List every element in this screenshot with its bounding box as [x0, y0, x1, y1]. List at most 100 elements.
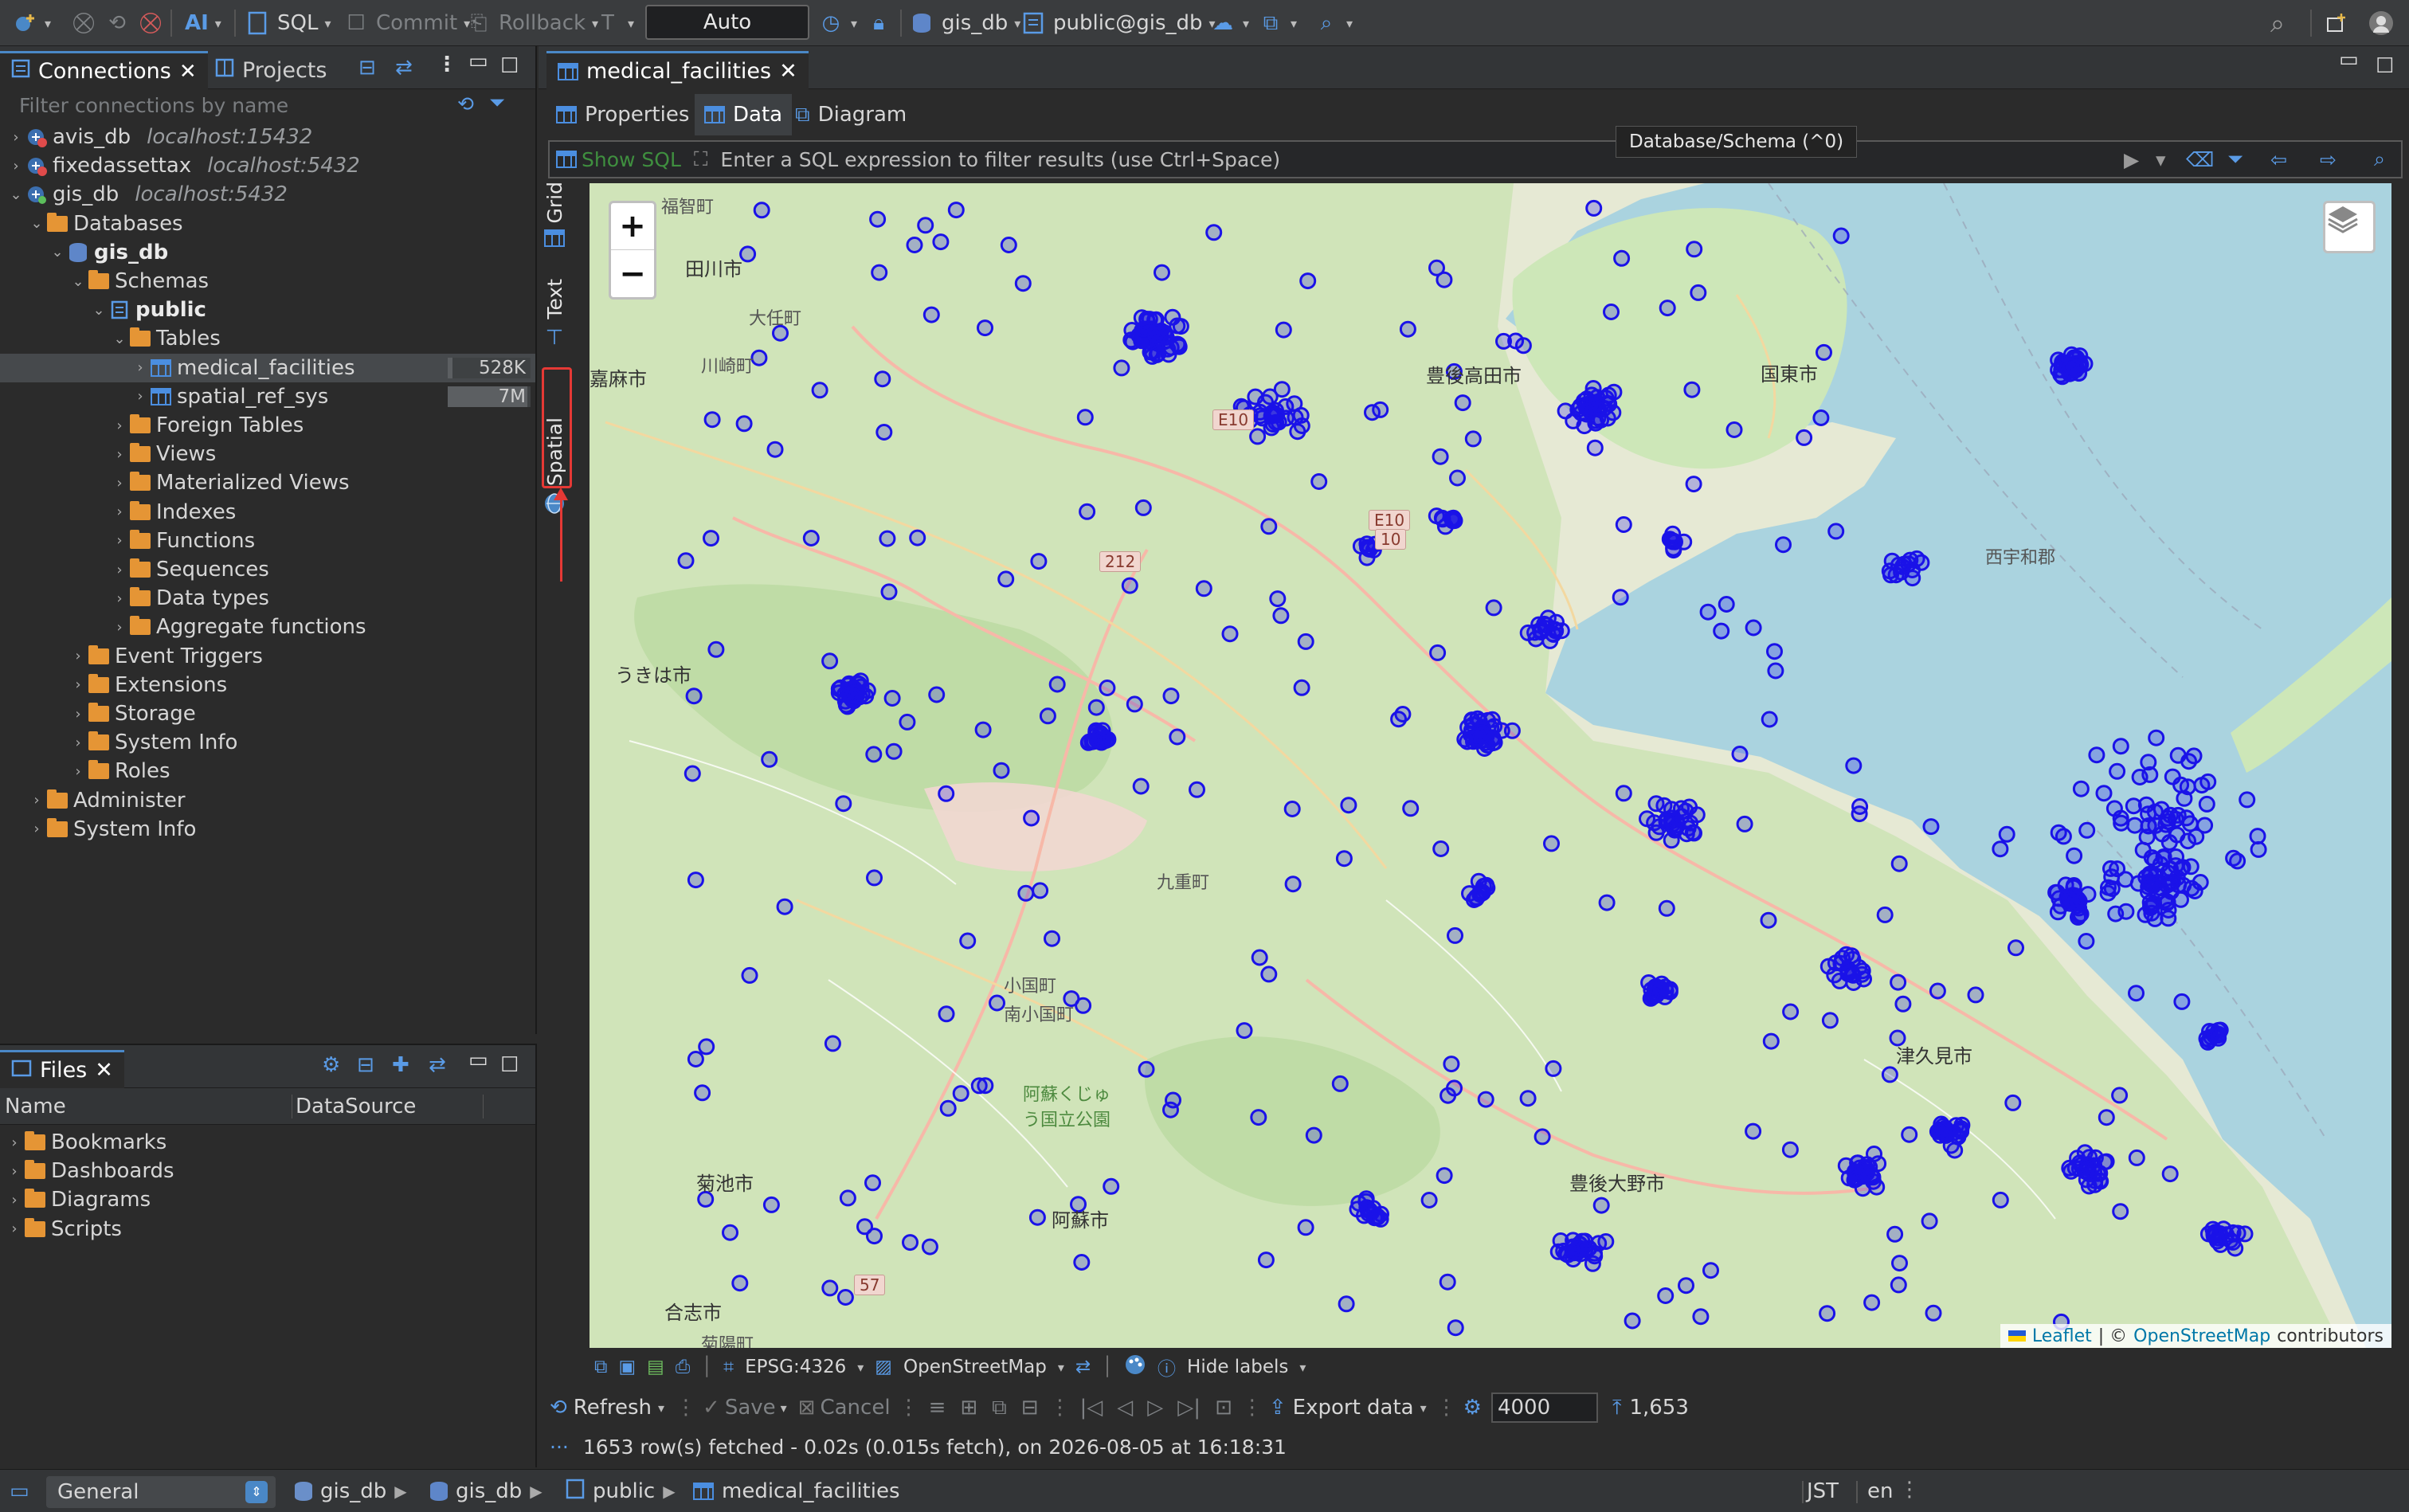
tree-item-event-triggers[interactable]: › Event Triggers — [0, 642, 535, 671]
facility-marker[interactable] — [1260, 966, 1278, 983]
facility-marker[interactable] — [2229, 852, 2246, 870]
facility-marker[interactable] — [1725, 421, 1743, 438]
facility-marker[interactable] — [735, 415, 753, 433]
facility-marker[interactable] — [1821, 1012, 1839, 1029]
chevron-right-icon[interactable]: › — [110, 417, 129, 434]
maximize-icon[interactable]: ☐ — [2376, 54, 2394, 78]
facility-marker[interactable] — [1657, 1287, 1675, 1304]
facility-marker[interactable] — [1683, 381, 1701, 398]
facility-marker[interactable] — [1647, 795, 1665, 813]
facility-marker[interactable] — [2161, 1165, 2179, 1183]
facility-marker[interactable] — [2100, 879, 2117, 896]
timezone-indicator[interactable]: JST — [1807, 1479, 1839, 1503]
facility-marker[interactable] — [928, 686, 946, 703]
facility-marker[interactable] — [1432, 840, 1450, 857]
facility-marker[interactable] — [1369, 1208, 1386, 1226]
chevron-right-icon[interactable]: › — [69, 734, 88, 751]
facility-marker[interactable] — [2218, 1226, 2235, 1244]
facility-marker[interactable] — [1335, 850, 1353, 868]
facility-marker[interactable] — [722, 1224, 738, 1241]
subtab-data[interactable]: Data — [695, 94, 793, 135]
workspace-selector[interactable]: General ⇕ — [46, 1476, 276, 1508]
zoom-out-button[interactable]: − — [611, 250, 654, 297]
facility-marker[interactable] — [1121, 577, 1138, 594]
facility-marker[interactable] — [1967, 986, 1984, 1004]
link-tiles-icon[interactable]: ⇄ — [1075, 1357, 1091, 1377]
facility-marker[interactable] — [1592, 1197, 1610, 1214]
facility-marker[interactable] — [2107, 905, 2125, 922]
facility-marker[interactable] — [2095, 785, 2113, 802]
facility-marker[interactable] — [1205, 224, 1223, 241]
facility-marker[interactable] — [1775, 536, 1792, 554]
facility-marker[interactable] — [1017, 884, 1035, 902]
facility-marker[interactable] — [2072, 780, 2090, 797]
chevron-right-icon[interactable]: › — [110, 619, 129, 636]
facility-marker[interactable] — [866, 869, 883, 887]
facility-marker[interactable] — [1615, 516, 1632, 533]
facility-marker[interactable] — [1699, 603, 1717, 621]
facility-marker[interactable] — [1454, 394, 1471, 412]
facility-marker[interactable] — [761, 750, 778, 768]
facility-marker[interactable] — [2210, 1025, 2227, 1043]
collapse-all-icon[interactable]: ⊟ — [358, 56, 376, 80]
facility-marker[interactable] — [977, 319, 993, 337]
facility-marker[interactable] — [2062, 1162, 2080, 1180]
close-icon[interactable]: ✕ — [95, 1058, 113, 1083]
facility-marker[interactable] — [1087, 699, 1105, 716]
facility-marker[interactable] — [2109, 860, 2126, 878]
facility-marker[interactable] — [694, 1084, 711, 1102]
facility-marker[interactable] — [1998, 825, 2015, 843]
facility-marker[interactable] — [865, 746, 883, 763]
facility-marker[interactable] — [741, 966, 758, 984]
facility-marker[interactable] — [802, 530, 820, 546]
facility-marker[interactable] — [1992, 840, 2009, 858]
facility-marker[interactable] — [1169, 728, 1186, 746]
first-page-icon[interactable]: |◁ — [1080, 1396, 1103, 1420]
tree-item-tables[interactable]: ⌄ Tables — [0, 324, 535, 353]
settings-icon[interactable]: ⚙ — [1463, 1396, 1482, 1420]
facility-marker[interactable] — [959, 932, 977, 950]
facility-marker[interactable] — [1436, 1167, 1453, 1185]
facility-marker[interactable] — [821, 1279, 839, 1297]
facility-marker[interactable] — [1134, 499, 1152, 516]
facility-marker[interactable] — [1543, 835, 1560, 852]
facility-marker[interactable] — [1133, 309, 1150, 327]
chevron-right-icon[interactable]: › — [69, 706, 88, 723]
facility-marker[interactable] — [1597, 1233, 1615, 1250]
facility-marker[interactable] — [1467, 888, 1485, 906]
tree-item-medical-facilities[interactable]: › medical_facilities 528K — [0, 353, 535, 382]
facility-marker[interactable] — [1890, 973, 1907, 991]
facility-marker[interactable] — [2239, 791, 2256, 809]
facility-marker[interactable] — [947, 202, 965, 219]
tree-item-materialized-views[interactable]: › Materialized Views — [0, 468, 535, 497]
facility-marker[interactable] — [1463, 712, 1480, 730]
minimize-icon[interactable]: ▭ — [468, 1048, 488, 1072]
facility-marker[interactable] — [1132, 778, 1150, 795]
facility-marker[interactable] — [821, 652, 839, 670]
transaction-mode-field[interactable]: Auto — [645, 5, 809, 40]
tree-item-system-info[interactable]: › System Info — [0, 815, 535, 844]
facility-marker[interactable] — [917, 217, 934, 234]
facility-marker[interactable] — [811, 382, 828, 399]
fetch-all-icon[interactable]: ⊡ — [1215, 1396, 1232, 1420]
chevron-right-icon[interactable]: › — [5, 1220, 24, 1237]
facility-marker[interactable] — [1443, 1056, 1460, 1073]
column-datasource[interactable]: DataSource — [292, 1095, 416, 1118]
osm-link[interactable]: OpenStreetMap — [2133, 1326, 2270, 1346]
facility-marker[interactable] — [1358, 535, 1376, 553]
crs-selector[interactable]: EPSG:4326 — [745, 1357, 846, 1377]
facility-marker[interactable] — [2126, 817, 2144, 834]
palette-icon[interactable] — [1124, 1353, 1146, 1381]
facility-marker[interactable] — [1615, 785, 1632, 802]
link-icon[interactable]: ⇄ — [429, 1053, 446, 1077]
facility-marker[interactable] — [2007, 939, 2024, 957]
facility-marker[interactable] — [2111, 1087, 2129, 1104]
facility-marker[interactable] — [1686, 241, 1703, 258]
chevron-right-icon[interactable]: › — [110, 562, 129, 578]
facility-marker[interactable] — [2169, 806, 2187, 824]
add-row-icon[interactable]: ⊞ — [960, 1396, 977, 1420]
facility-marker[interactable] — [1310, 473, 1328, 490]
facility-marker[interactable] — [685, 687, 703, 705]
facility-marker[interactable] — [1613, 249, 1631, 267]
facility-marker[interactable] — [2068, 891, 2086, 908]
